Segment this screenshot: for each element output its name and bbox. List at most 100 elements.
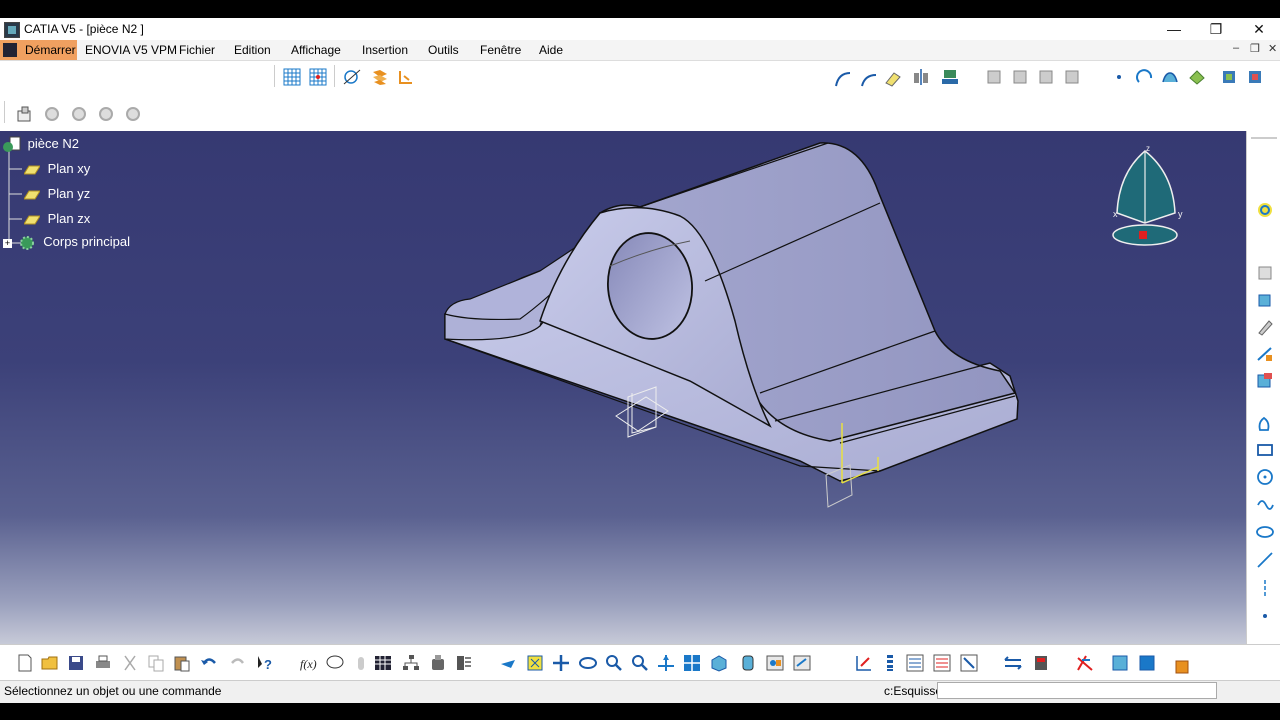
menu-fichier[interactable]: Fichier [179, 43, 215, 57]
part-geometry[interactable] [0, 131, 1246, 644]
menu-aide[interactable]: Aide [539, 43, 563, 57]
line-icon[interactable] [1256, 551, 1274, 569]
profile-icon[interactable] [1188, 68, 1206, 86]
color-icon[interactable] [1111, 654, 1129, 672]
catalog-icon[interactable] [1004, 654, 1022, 672]
pad-icon[interactable] [1220, 68, 1238, 86]
toolbar-grip[interactable] [1251, 137, 1277, 139]
open-folder-icon[interactable] [41, 654, 59, 672]
table-icon[interactable] [374, 654, 392, 672]
point-icon[interactable] [1110, 68, 1128, 86]
cut-icon[interactable] [121, 654, 139, 672]
minimize-button[interactable]: — [1154, 19, 1194, 39]
paste-icon[interactable] [173, 654, 191, 672]
shading-icon[interactable] [739, 654, 757, 672]
compass-icon[interactable] [1256, 201, 1274, 219]
restore-button[interactable]: ❐ [1196, 19, 1236, 39]
gear-icon[interactable] [97, 105, 115, 123]
pencil-icon[interactable] [1256, 318, 1274, 336]
tree-item-plan-yz[interactable]: Plan yz [23, 186, 90, 201]
sketch-visualization-icon[interactable] [371, 68, 389, 86]
pan-icon[interactable] [552, 654, 570, 672]
apply-material-icon[interactable] [960, 654, 978, 672]
grid-icon[interactable] [283, 68, 301, 86]
menu-insertion[interactable]: Insertion [362, 43, 408, 57]
tree-icon[interactable] [402, 654, 420, 672]
inertia-icon[interactable] [906, 654, 924, 672]
close-button[interactable]: ✕ [1239, 19, 1279, 39]
rotate-icon[interactable] [579, 654, 597, 672]
undo-icon[interactable] [200, 654, 218, 672]
fly-icon[interactable] [499, 654, 517, 672]
start-menu[interactable]: Démarrer [0, 40, 77, 60]
iso-view-icon[interactable] [710, 654, 728, 672]
ellipse-icon[interactable] [1256, 523, 1274, 541]
tools-palette-icon[interactable] [933, 654, 951, 672]
manipulation-icon[interactable] [1076, 654, 1094, 672]
tree-item-corps-principal[interactable]: + Corps principal [3, 234, 130, 252]
axis-icon[interactable] [1256, 579, 1274, 597]
doc-restore-button[interactable]: ❐ [1250, 42, 1260, 55]
arc-icon[interactable] [860, 70, 878, 88]
hand-icon[interactable] [352, 654, 370, 672]
profile-icon[interactable] [1256, 371, 1274, 389]
mirror-icon[interactable] [912, 68, 930, 86]
comment-icon[interactable] [326, 654, 344, 672]
cube-icon[interactable] [1256, 290, 1274, 308]
instance-icon[interactable] [1012, 68, 1030, 86]
help-icon[interactable]: ? [256, 654, 274, 672]
gear-icon[interactable] [124, 105, 142, 123]
hide-icon[interactable] [766, 654, 784, 672]
rectangle-icon[interactable] [1256, 441, 1274, 459]
instance-icon[interactable] [1064, 68, 1082, 86]
mesh-icon[interactable] [1138, 654, 1156, 672]
instance-icon[interactable] [986, 68, 1004, 86]
layers-icon[interactable] [1032, 654, 1050, 672]
point-icon[interactable] [1256, 607, 1274, 625]
menu-enovia[interactable]: ENOVIA V5 VPM [85, 43, 177, 57]
tree-item-plan-zx[interactable]: Plan zx [23, 211, 90, 226]
expand-icon[interactable]: + [3, 238, 12, 248]
swap-visible-icon[interactable] [793, 654, 811, 672]
save-icon[interactable] [67, 654, 85, 672]
cutting-plane-icon[interactable] [343, 68, 361, 86]
doc-minimize-button[interactable]: – [1233, 42, 1239, 54]
menu-affichage[interactable]: Affichage [291, 43, 341, 57]
normal-view-icon[interactable] [657, 654, 675, 672]
circle-point-icon[interactable] [1256, 468, 1274, 486]
measure-icon[interactable] [1256, 345, 1274, 363]
gear-icon[interactable] [70, 105, 88, 123]
sketch-icon[interactable] [1161, 68, 1179, 86]
circle-icon[interactable] [1136, 68, 1154, 86]
zoom-out-icon[interactable] [631, 654, 649, 672]
pocket-icon[interactable] [1246, 68, 1264, 86]
compass-icon[interactable]: x y z [1105, 143, 1185, 251]
part-design-icon[interactable] [16, 105, 34, 123]
constraint-icon[interactable] [397, 68, 415, 86]
3d-viewport[interactable]: pièce N2 Plan xy Plan yz Plan zx + Corps… [0, 131, 1246, 644]
eraser-icon[interactable] [884, 69, 902, 87]
tree-root[interactable]: pièce N2 [2, 136, 79, 154]
measure-between-icon[interactable] [855, 654, 873, 672]
fit-all-icon[interactable] [526, 654, 544, 672]
stamp-icon[interactable] [941, 68, 959, 86]
command-input[interactable] [937, 682, 1217, 699]
gear-icon[interactable] [43, 105, 61, 123]
menu-edition[interactable]: Edition [234, 43, 271, 57]
menu-fenetre[interactable]: Fenêtre [480, 43, 521, 57]
menu-outils[interactable]: Outils [428, 43, 459, 57]
zoom-in-icon[interactable] [605, 654, 623, 672]
copy-icon[interactable] [147, 654, 165, 672]
knowledge-icon[interactable] [455, 654, 473, 672]
pen-icon[interactable] [1256, 414, 1274, 432]
snap-grid-icon[interactable] [309, 68, 327, 86]
measure-item-icon[interactable] [881, 654, 899, 672]
new-file-icon[interactable] [16, 654, 34, 672]
catia-app-icon[interactable] [4, 22, 20, 38]
print-icon[interactable] [94, 654, 112, 672]
instance-icon[interactable] [1038, 68, 1056, 86]
toolbar-grip[interactable] [274, 65, 275, 87]
redo-icon[interactable] [229, 654, 247, 672]
orange-cube-icon[interactable] [1174, 657, 1192, 675]
formula-icon[interactable]: f(x) [300, 654, 318, 672]
